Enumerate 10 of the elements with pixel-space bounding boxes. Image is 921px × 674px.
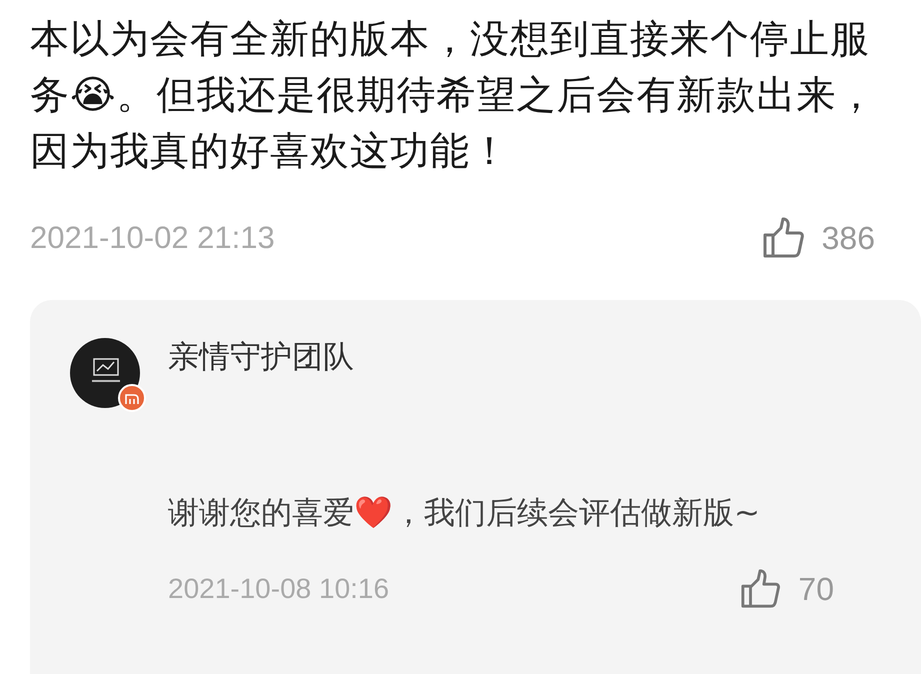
comment-time: 2021-10-02 21:13 xyxy=(30,220,275,256)
reply-time: 2021-10-08 10:16 xyxy=(168,573,390,605)
thumbs-up-icon[interactable] xyxy=(762,216,806,260)
like-count: 70 xyxy=(798,570,834,608)
avatar-drawing[interactable] xyxy=(70,338,146,412)
thumbs-up-icon[interactable] xyxy=(740,568,782,610)
like-count: 386 xyxy=(822,220,875,256)
author-name[interactable]: 亲情守护团队 xyxy=(168,336,354,378)
reply-text: 谢谢您的喜爱❤，我们后续会评估做新版~ xyxy=(168,494,761,533)
comment-text: 本以为会有全新的版本，没想到直接来个停止服务😭。但我还是很期待希望之后会有新款出来，因为我真的好喜欢这功能！ xyxy=(30,16,878,176)
